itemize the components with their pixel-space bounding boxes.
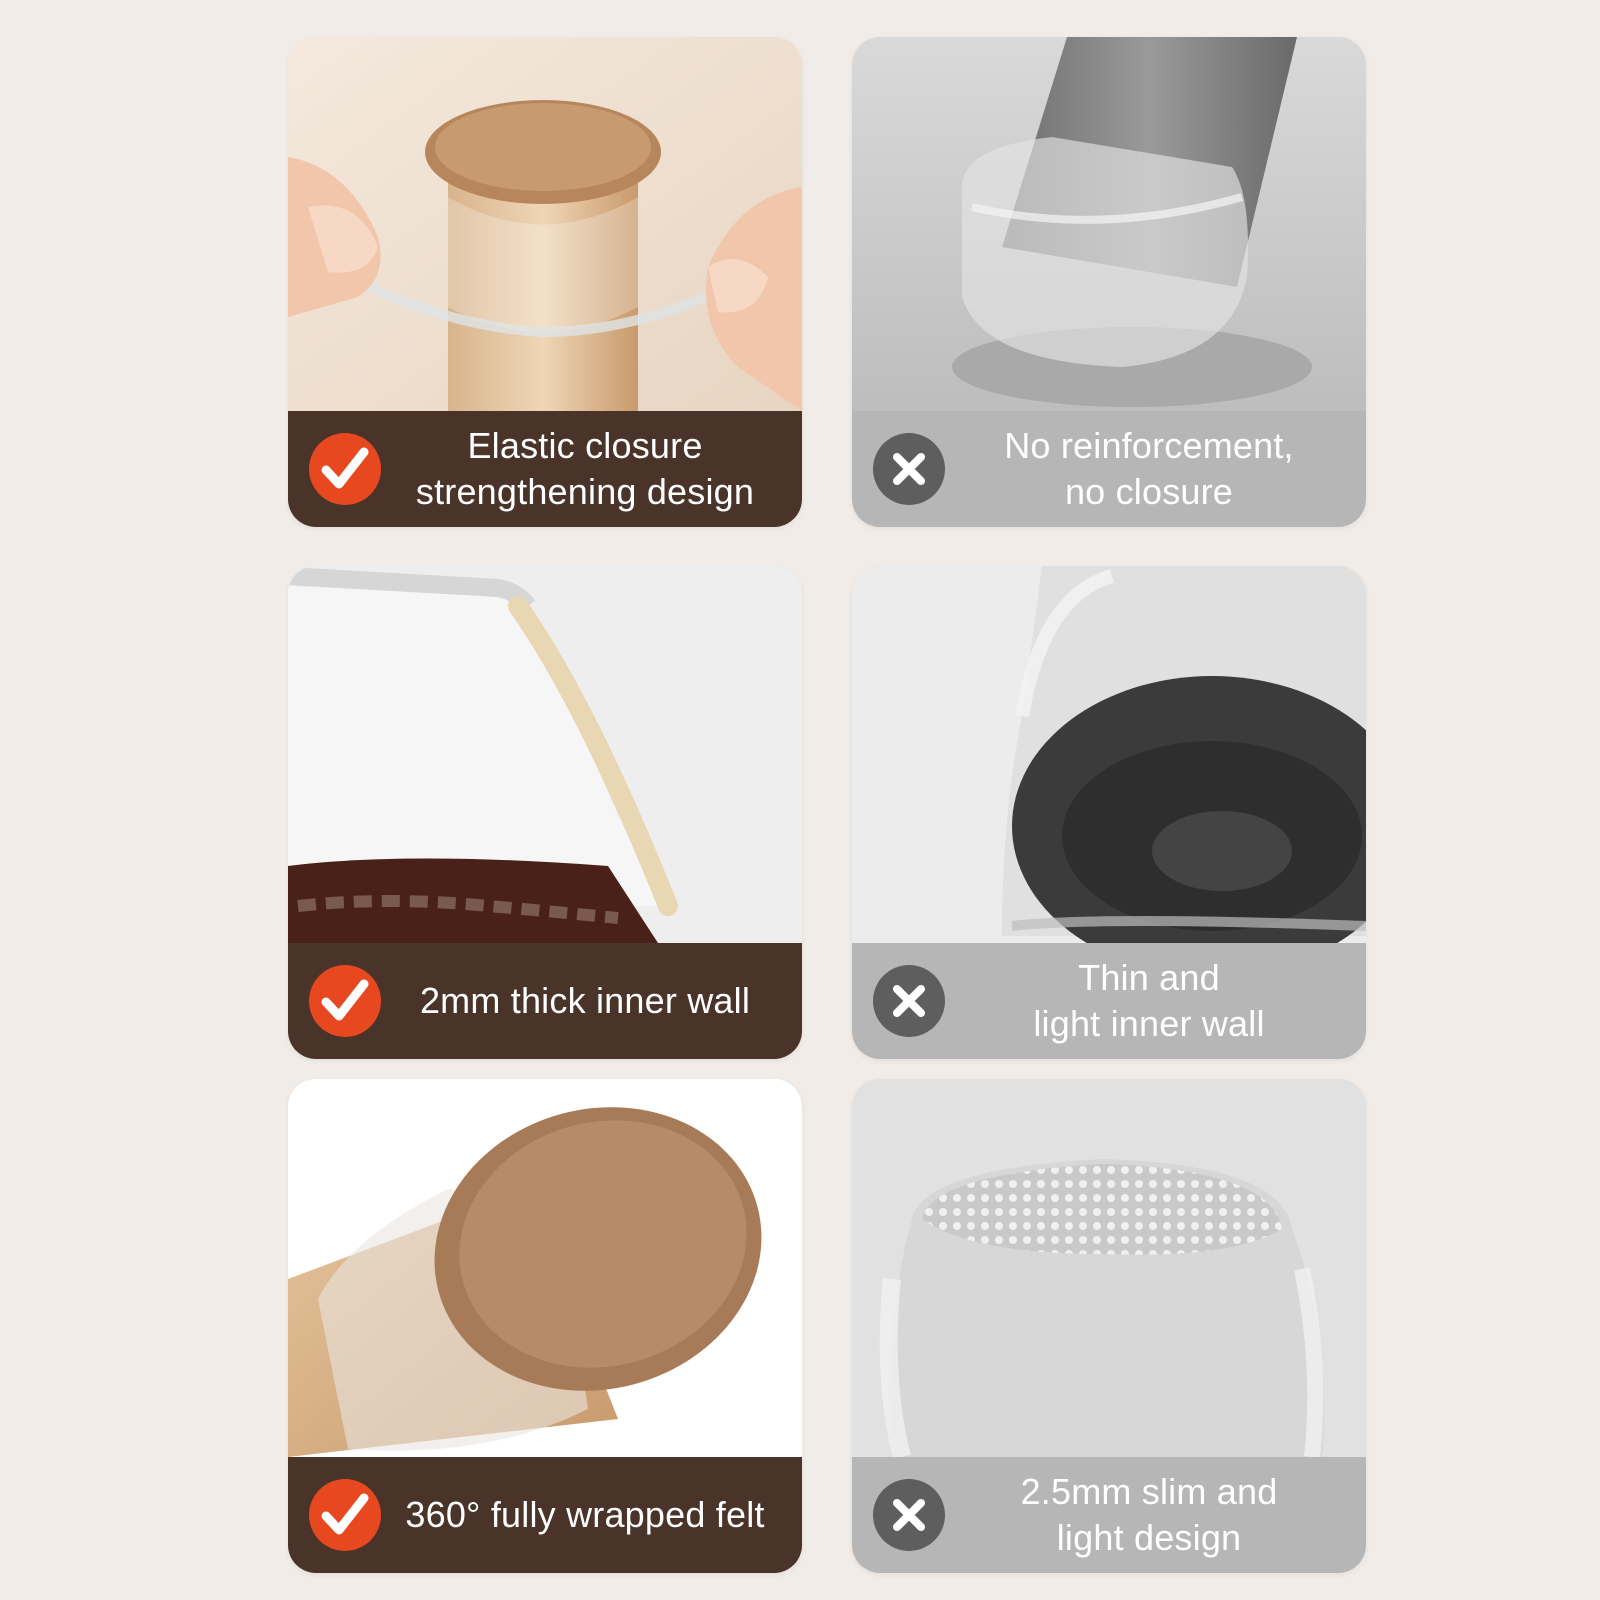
caption-bar: No reinforcement, no closure (852, 411, 1366, 527)
caption-bar: 360° fully wrapped felt (288, 1457, 802, 1573)
caption-line: Thin and (1078, 957, 1220, 998)
cross-icon (872, 1478, 946, 1552)
caption-line: No reinforcement, (1004, 425, 1294, 466)
caption-line: Elastic closure (467, 425, 703, 466)
caption-bar: Elastic closure strengthening design (288, 411, 802, 527)
product-photo-thick-wall (288, 566, 802, 943)
product-photo-slim (852, 1079, 1366, 1457)
comparison-grid: Elastic closure strengthening design No … (0, 0, 1600, 1600)
caption-text: 2.5mm slim and light design (952, 1457, 1346, 1573)
caption-line: light design (1056, 1517, 1242, 1558)
card-wrapped-felt: 360° fully wrapped felt (288, 1079, 802, 1573)
caption-line: light inner wall (1033, 1003, 1265, 1044)
card-thin-inner-wall: Thin and light inner wall (852, 566, 1366, 1059)
caption-bar: 2mm thick inner wall (288, 943, 802, 1059)
card-slim-design: 2.5mm slim and light design (852, 1079, 1366, 1573)
product-photo-felt (288, 1079, 802, 1457)
card-elastic-closure: Elastic closure strengthening design (288, 37, 802, 527)
caption-line: 2mm thick inner wall (419, 980, 751, 1021)
caption-line: 360° fully wrapped felt (405, 1494, 765, 1535)
caption-text: 2mm thick inner wall (388, 943, 782, 1059)
cross-icon (872, 432, 946, 506)
card-no-closure: No reinforcement, no closure (852, 37, 1366, 527)
caption-text: 360° fully wrapped felt (388, 1457, 782, 1573)
check-icon (308, 1478, 382, 1552)
caption-text: Elastic closure strengthening design (388, 411, 782, 527)
caption-text: No reinforcement, no closure (952, 411, 1346, 527)
caption-text: Thin and light inner wall (952, 943, 1346, 1059)
product-photo-thin-wall (852, 566, 1366, 943)
caption-line: 2.5mm slim and (1020, 1471, 1278, 1512)
caption-line: no closure (1064, 471, 1234, 512)
card-thick-inner-wall: 2mm thick inner wall (288, 566, 802, 1059)
check-icon (308, 432, 382, 506)
caption-line: strengthening design (415, 471, 755, 512)
caption-bar: 2.5mm slim and light design (852, 1457, 1366, 1573)
product-photo-elastic-closure (288, 37, 802, 411)
caption-bar: Thin and light inner wall (852, 943, 1366, 1059)
cross-icon (872, 964, 946, 1038)
check-icon (308, 964, 382, 1038)
product-photo-no-closure (852, 37, 1366, 411)
